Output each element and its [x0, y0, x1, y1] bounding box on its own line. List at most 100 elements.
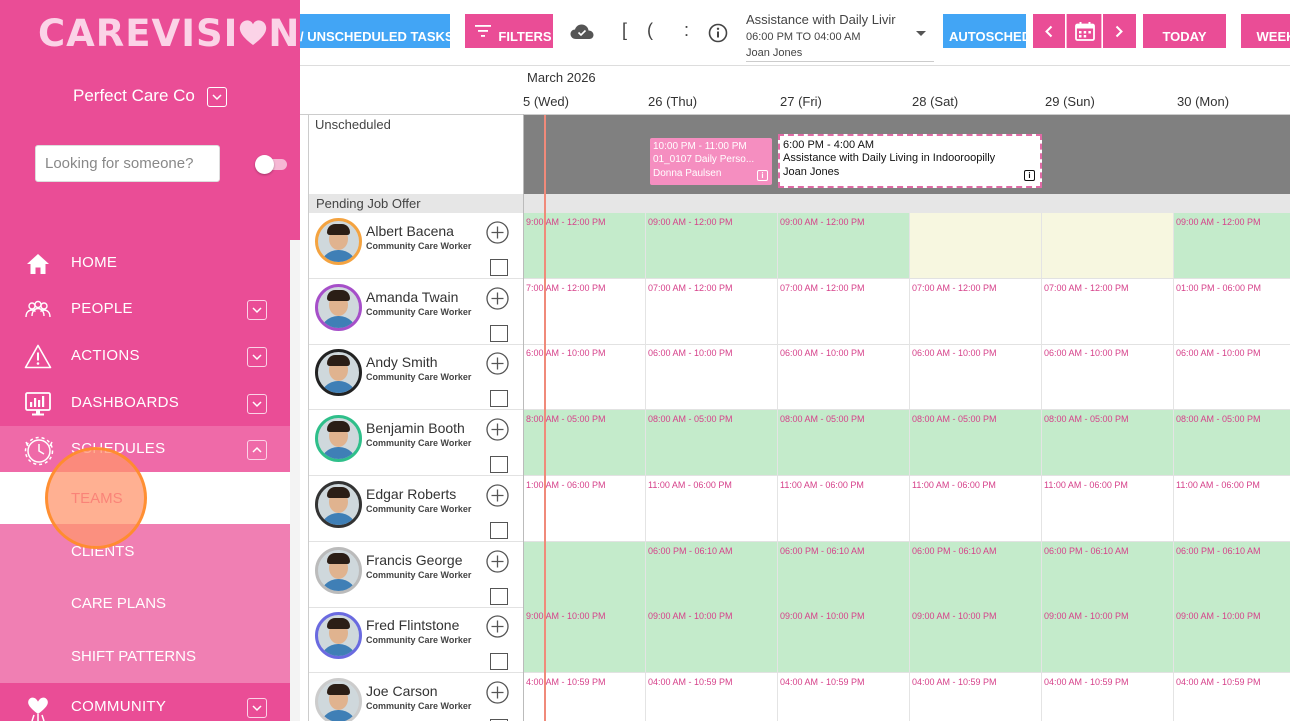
add-shift-plus-icon[interactable] [486, 549, 509, 573]
unscheduled-task-card-selected[interactable]: 6:00 PM - 4:00 AM Assistance with Daily … [778, 134, 1042, 188]
schedule-day-cell[interactable]: 11:00 AM - 06:00 PM [910, 475, 1042, 541]
schedule-day-cell[interactable]: 06:00 PM - 06:10 AM [778, 541, 910, 607]
nav-people[interactable]: PEOPLE [0, 286, 290, 333]
nav-actions[interactable]: ACTIONS [0, 333, 290, 380]
search-input[interactable] [35, 145, 220, 182]
add-shift-plus-icon[interactable] [486, 615, 509, 638]
previous-week-button[interactable] [1033, 14, 1065, 48]
schedule-day-cell[interactable]: 06:00 PM - 06:10 AM [1174, 541, 1290, 607]
unscheduled-tasks-button[interactable]: / UNSCHEDULED TASKS [300, 14, 450, 48]
schedule-day-cell[interactable]: 08:00 AM - 05:00 PM [910, 410, 1042, 476]
avatar[interactable] [315, 218, 362, 265]
schedule-day-cell[interactable]: 4:00 AM - 10:59 PM [524, 672, 646, 721]
schedule-day-cell[interactable]: 06:00 AM - 10:00 PM [910, 344, 1042, 410]
schedule-day-cell[interactable]: 1:00 AM - 06:00 PM [524, 475, 646, 541]
task-info-icon[interactable]: i [757, 170, 768, 181]
schedule-day-cell[interactable]: 06:00 AM - 10:00 PM [778, 344, 910, 410]
schedule-day-cell[interactable]: 06:00 PM - 06:10 AM [646, 541, 778, 607]
autoschedule-button[interactable]: AUTOSCHED [943, 14, 1026, 48]
avatar[interactable] [315, 546, 362, 594]
search-toggle[interactable] [253, 154, 289, 174]
staff-select-checkbox[interactable] [490, 324, 508, 342]
schedule-day-cell[interactable]: 04:00 AM - 10:59 PM [1042, 672, 1174, 721]
nav-schedules-chevron-up-icon[interactable] [247, 440, 267, 460]
nav-actions-chevron-down-icon[interactable] [247, 347, 267, 367]
staff-name[interactable]: Francis George [366, 552, 462, 568]
schedule-day-cell[interactable]: 09:00 AM - 12:00 PM [1174, 213, 1290, 278]
schedule-day-cell[interactable]: 9:00 AM - 12:00 PM [524, 213, 646, 278]
task-info-icon[interactable]: i [1024, 170, 1035, 181]
nav-people-chevron-down-icon[interactable] [247, 300, 267, 320]
nav-community[interactable]: COMMUNITY [0, 684, 290, 721]
add-shift-plus-icon[interactable] [486, 681, 509, 704]
nav-home[interactable]: HOME [0, 240, 290, 287]
add-shift-plus-icon[interactable] [486, 484, 509, 507]
schedule-day-cell[interactable]: 07:00 AM - 12:00 PM [1042, 278, 1174, 344]
schedule-day-cell[interactable]: 09:00 AM - 12:00 PM [646, 213, 778, 278]
nav-schedules[interactable]: SCHEDULES [0, 426, 290, 473]
cloud-sync-icon[interactable] [570, 24, 594, 45]
avatar[interactable] [315, 612, 362, 660]
organisation-name[interactable]: Perfect Care Co [73, 86, 195, 106]
staff-select-checkbox[interactable] [490, 259, 508, 276]
staff-select-checkbox[interactable] [490, 456, 508, 474]
staff-name[interactable]: Edgar Roberts [366, 486, 456, 502]
avatar[interactable] [315, 415, 362, 463]
schedule-day-cell[interactable]: 09:00 AM - 10:00 PM [1174, 607, 1290, 673]
calendar-picker-button[interactable] [1066, 14, 1102, 48]
schedule-day-cell[interactable]: 8:00 AM - 05:00 PM [524, 410, 646, 476]
schedule-day-cell[interactable] [910, 213, 1042, 278]
next-week-button[interactable] [1103, 14, 1136, 48]
schedule-day-cell[interactable]: 04:00 AM - 10:59 PM [910, 672, 1042, 721]
toolbar-glyph-paren[interactable]: ( [647, 20, 653, 41]
staff-select-checkbox[interactable] [490, 587, 508, 605]
schedule-day-cell[interactable]: 04:00 AM - 10:59 PM [1174, 673, 1290, 721]
schedule-day-cell[interactable]: 08:00 AM - 05:00 PM [646, 410, 778, 476]
staff-select-checkbox[interactable] [490, 521, 508, 539]
schedule-day-cell[interactable]: 04:00 AM - 10:59 PM [778, 672, 910, 721]
schedule-day-cell[interactable]: 09:00 AM - 10:00 PM [910, 607, 1042, 673]
schedule-day-cell[interactable] [524, 541, 646, 607]
submenu-care-plans[interactable]: CARE PLANS [0, 577, 290, 629]
schedule-day-cell[interactable]: 07:00 AM - 12:00 PM [646, 278, 778, 344]
filters-button[interactable]: FILTERS [465, 14, 553, 48]
schedule-day-cell[interactable] [1042, 213, 1174, 278]
avatar[interactable] [315, 677, 362, 721]
selected-task-dropdown[interactable]: Assistance with Daily Livir 06:00 PM TO … [746, 10, 934, 62]
organisation-chevron-down-icon[interactable] [207, 87, 227, 107]
info-icon[interactable] [708, 23, 728, 48]
staff-name[interactable]: Andy Smith [366, 354, 438, 370]
schedule-day-cell[interactable]: 06:00 AM - 10:00 PM [646, 344, 778, 410]
staff-name[interactable]: Joe Carson [366, 683, 438, 699]
toolbar-glyph-bracket[interactable]: [ [622, 20, 627, 41]
schedule-day-cell[interactable]: 11:00 AM - 06:00 PM [646, 475, 778, 541]
toolbar-glyph-colon[interactable]: : [684, 20, 689, 41]
schedule-day-cell[interactable]: 06:00 PM - 06:10 AM [1042, 541, 1174, 607]
schedule-day-cell[interactable]: 08:00 AM - 05:00 PM [1042, 410, 1174, 476]
avatar[interactable] [315, 480, 362, 528]
nav-dashboards-chevron-down-icon[interactable] [247, 394, 267, 414]
schedule-day-cell[interactable]: 11:00 AM - 06:00 PM [1174, 476, 1290, 541]
schedule-day-cell[interactable]: 07:00 AM - 12:00 PM [778, 278, 910, 344]
avatar[interactable] [315, 349, 362, 397]
schedule-day-cell[interactable]: 08:00 AM - 05:00 PM [778, 410, 910, 476]
schedule-day-cell[interactable]: 06:00 AM - 10:00 PM [1174, 344, 1290, 409]
staff-name[interactable]: Amanda Twain [366, 289, 458, 305]
schedule-day-cell[interactable]: 09:00 AM - 10:00 PM [646, 607, 778, 673]
submenu-shift-patterns[interactable]: SHIFT PATTERNS [0, 630, 290, 682]
add-shift-plus-icon[interactable] [486, 221, 509, 244]
unscheduled-task-card[interactable]: 10:00 PM - 11:00 PM 01_0107 Daily Perso.… [650, 138, 772, 185]
schedule-day-cell[interactable]: 11:00 AM - 06:00 PM [778, 475, 910, 541]
schedule-day-cell[interactable]: 06:00 PM - 06:10 AM [910, 541, 1042, 607]
add-shift-plus-icon[interactable] [486, 352, 509, 376]
schedule-day-cell[interactable]: 09:00 AM - 10:00 PM [1042, 607, 1174, 673]
carevision-logo[interactable]: CAREVISI N [38, 12, 299, 56]
schedule-day-cell[interactable]: 01:00 PM - 06:00 PM [1174, 279, 1290, 344]
schedule-day-cell[interactable]: 08:00 AM - 05:00 PM [1174, 410, 1290, 476]
week-view-button[interactable]: WEEK [1241, 14, 1290, 48]
schedule-day-cell[interactable]: 04:00 AM - 10:59 PM [646, 672, 778, 721]
staff-name[interactable]: Benjamin Booth [366, 420, 465, 436]
schedule-day-cell[interactable]: 06:00 AM - 10:00 PM [1042, 344, 1174, 410]
avatar[interactable] [315, 283, 362, 331]
schedule-day-cell[interactable]: 6:00 AM - 10:00 PM [524, 344, 646, 410]
